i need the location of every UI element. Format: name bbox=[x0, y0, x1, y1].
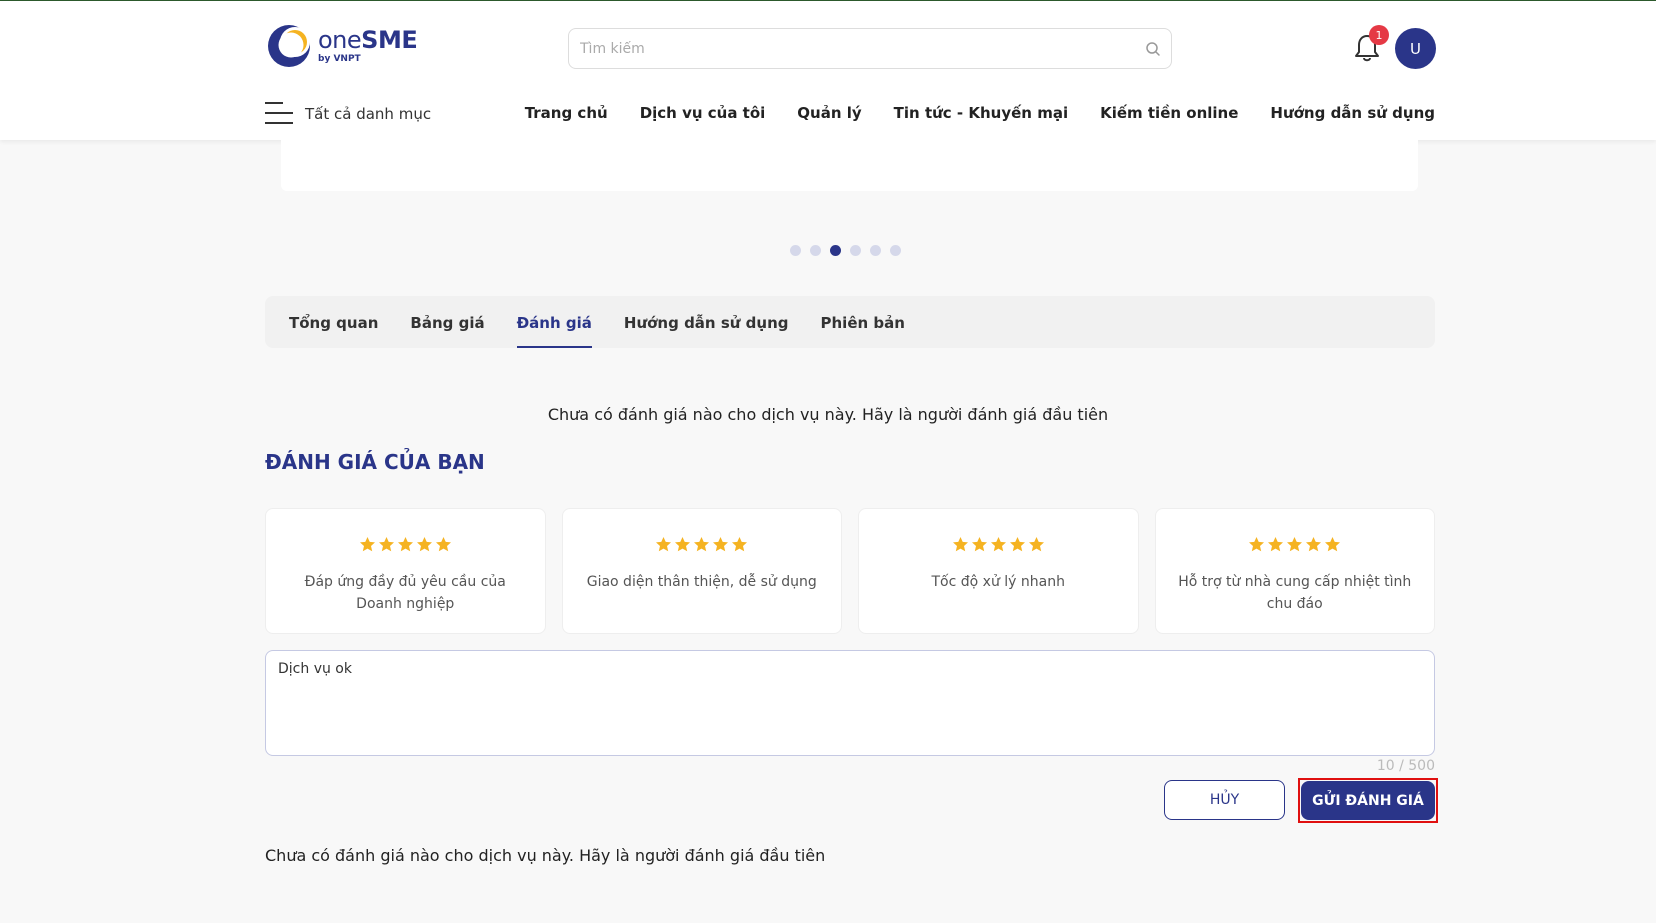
star-icon[interactable] bbox=[731, 536, 748, 553]
comment-box: Dịch vụ ok bbox=[265, 650, 1435, 756]
star-icon[interactable] bbox=[952, 536, 969, 553]
search-icon[interactable] bbox=[1145, 41, 1161, 57]
tab-versions[interactable]: Phiên bản bbox=[821, 296, 905, 348]
star-rating[interactable] bbox=[1248, 536, 1341, 553]
notification-badge: 1 bbox=[1369, 25, 1389, 45]
site-header: oneSME by VNPT 1 U Tất cả danh mục Trang… bbox=[0, 1, 1656, 140]
star-icon[interactable] bbox=[655, 536, 672, 553]
nav-my-services[interactable]: Dịch vụ của tôi bbox=[640, 104, 766, 122]
all-categories-label: Tất cả danh mục bbox=[305, 105, 432, 123]
star-icon[interactable] bbox=[971, 536, 988, 553]
star-icon[interactable] bbox=[1286, 536, 1303, 553]
no-reviews-list-message: Chưa có đánh giá nào cho dịch vụ này. Hã… bbox=[265, 846, 826, 865]
nav-user-guide[interactable]: Hướng dẫn sử dụng bbox=[1270, 104, 1435, 122]
star-icon[interactable] bbox=[1248, 536, 1265, 553]
criteria-label: Đáp ứng đầy đủ yêu cầu của Doanh nghiệp bbox=[304, 574, 506, 612]
star-rating[interactable] bbox=[359, 536, 452, 553]
criteria-card: Đáp ứng đầy đủ yêu cầu của Doanh nghiệp bbox=[265, 508, 546, 634]
comment-textarea[interactable]: Dịch vụ ok bbox=[266, 651, 1434, 755]
search-box bbox=[568, 28, 1172, 69]
moon-logo-icon bbox=[268, 25, 310, 67]
star-rating[interactable] bbox=[655, 536, 748, 553]
carousel-dot[interactable] bbox=[870, 245, 881, 256]
star-icon[interactable] bbox=[378, 536, 395, 553]
user-avatar[interactable]: U bbox=[1395, 28, 1436, 69]
criteria-card: Tốc độ xử lý nhanh bbox=[858, 508, 1139, 634]
star-icon[interactable] bbox=[397, 536, 414, 553]
your-review-title: ĐÁNH GIÁ CỦA BẠN bbox=[265, 450, 485, 474]
char-counter: 10 / 500 bbox=[1376, 758, 1435, 774]
star-icon[interactable] bbox=[693, 536, 710, 553]
criteria-label: Giao diện thân thiện, dễ sử dụng bbox=[586, 574, 817, 590]
star-icon[interactable] bbox=[712, 536, 729, 553]
star-icon[interactable] bbox=[990, 536, 1007, 553]
star-icon[interactable] bbox=[359, 536, 376, 553]
criteria-label: Tốc độ xử lý nhanh bbox=[931, 574, 1065, 590]
star-icon[interactable] bbox=[1305, 536, 1322, 553]
no-reviews-message: Chưa có đánh giá nào cho dịch vụ này. Hã… bbox=[547, 405, 1109, 424]
rating-criteria: Đáp ứng đầy đủ yêu cầu của Doanh nghiệp … bbox=[265, 508, 1435, 634]
carousel-dots bbox=[790, 245, 901, 256]
submit-review-button[interactable]: GỬI ĐÁNH GIÁ bbox=[1301, 781, 1435, 820]
star-icon[interactable] bbox=[416, 536, 433, 553]
search-input[interactable] bbox=[580, 40, 1120, 57]
criteria-card: Giao diện thân thiện, dễ sử dụng bbox=[561, 508, 842, 634]
logo-name: oneSME bbox=[318, 26, 418, 54]
carousel-dot[interactable] bbox=[890, 245, 901, 256]
star-icon[interactable] bbox=[1028, 536, 1045, 553]
tab-user-guide[interactable]: Hướng dẫn sử dụng bbox=[624, 296, 789, 348]
tab-pricing[interactable]: Bảng giá bbox=[410, 296, 484, 348]
onesme-logo[interactable]: oneSME by VNPT bbox=[266, 23, 418, 69]
carousel-dot[interactable] bbox=[790, 245, 801, 256]
main-nav: Trang chủ Dịch vụ của tôi Quản lý Tin tứ… bbox=[525, 104, 1435, 122]
tab-reviews[interactable]: Đánh giá bbox=[516, 296, 593, 348]
nav-management[interactable]: Quản lý bbox=[797, 104, 861, 122]
logo-name-prefix: one bbox=[318, 26, 362, 54]
service-tabs: Tổng quan Bảng giá Đánh giá Hướng dẫn sử… bbox=[265, 296, 1435, 348]
tab-overview[interactable]: Tổng quan bbox=[289, 296, 378, 348]
star-icon[interactable] bbox=[674, 536, 691, 553]
star-icon[interactable] bbox=[1009, 536, 1026, 553]
star-rating[interactable] bbox=[952, 536, 1045, 553]
criteria-label: Hỗ trợ từ nhà cung cấp nhiệt tình chu đá… bbox=[1178, 574, 1412, 612]
nav-home[interactable]: Trang chủ bbox=[525, 104, 608, 122]
carousel-dot[interactable] bbox=[810, 245, 821, 256]
nav-earn-online[interactable]: Kiếm tiền online bbox=[1100, 104, 1238, 122]
hamburger-icon bbox=[265, 102, 293, 126]
nav-news-promotions[interactable]: Tin tức - Khuyến mại bbox=[894, 104, 1068, 122]
cancel-button[interactable]: HỦY bbox=[1164, 780, 1285, 820]
carousel-dot[interactable] bbox=[850, 245, 861, 256]
star-icon[interactable] bbox=[435, 536, 452, 553]
star-icon[interactable] bbox=[1267, 536, 1284, 553]
logo-sub: by VNPT bbox=[318, 54, 361, 64]
criteria-card: Hỗ trợ từ nhà cung cấp nhiệt tình chu đá… bbox=[1154, 508, 1435, 634]
logo-name-suffix: SME bbox=[361, 26, 418, 54]
carousel-slide bbox=[281, 140, 1418, 191]
all-categories-button[interactable]: Tất cả danh mục bbox=[265, 102, 431, 126]
carousel-dot[interactable] bbox=[830, 245, 841, 256]
star-icon[interactable] bbox=[1324, 536, 1341, 553]
